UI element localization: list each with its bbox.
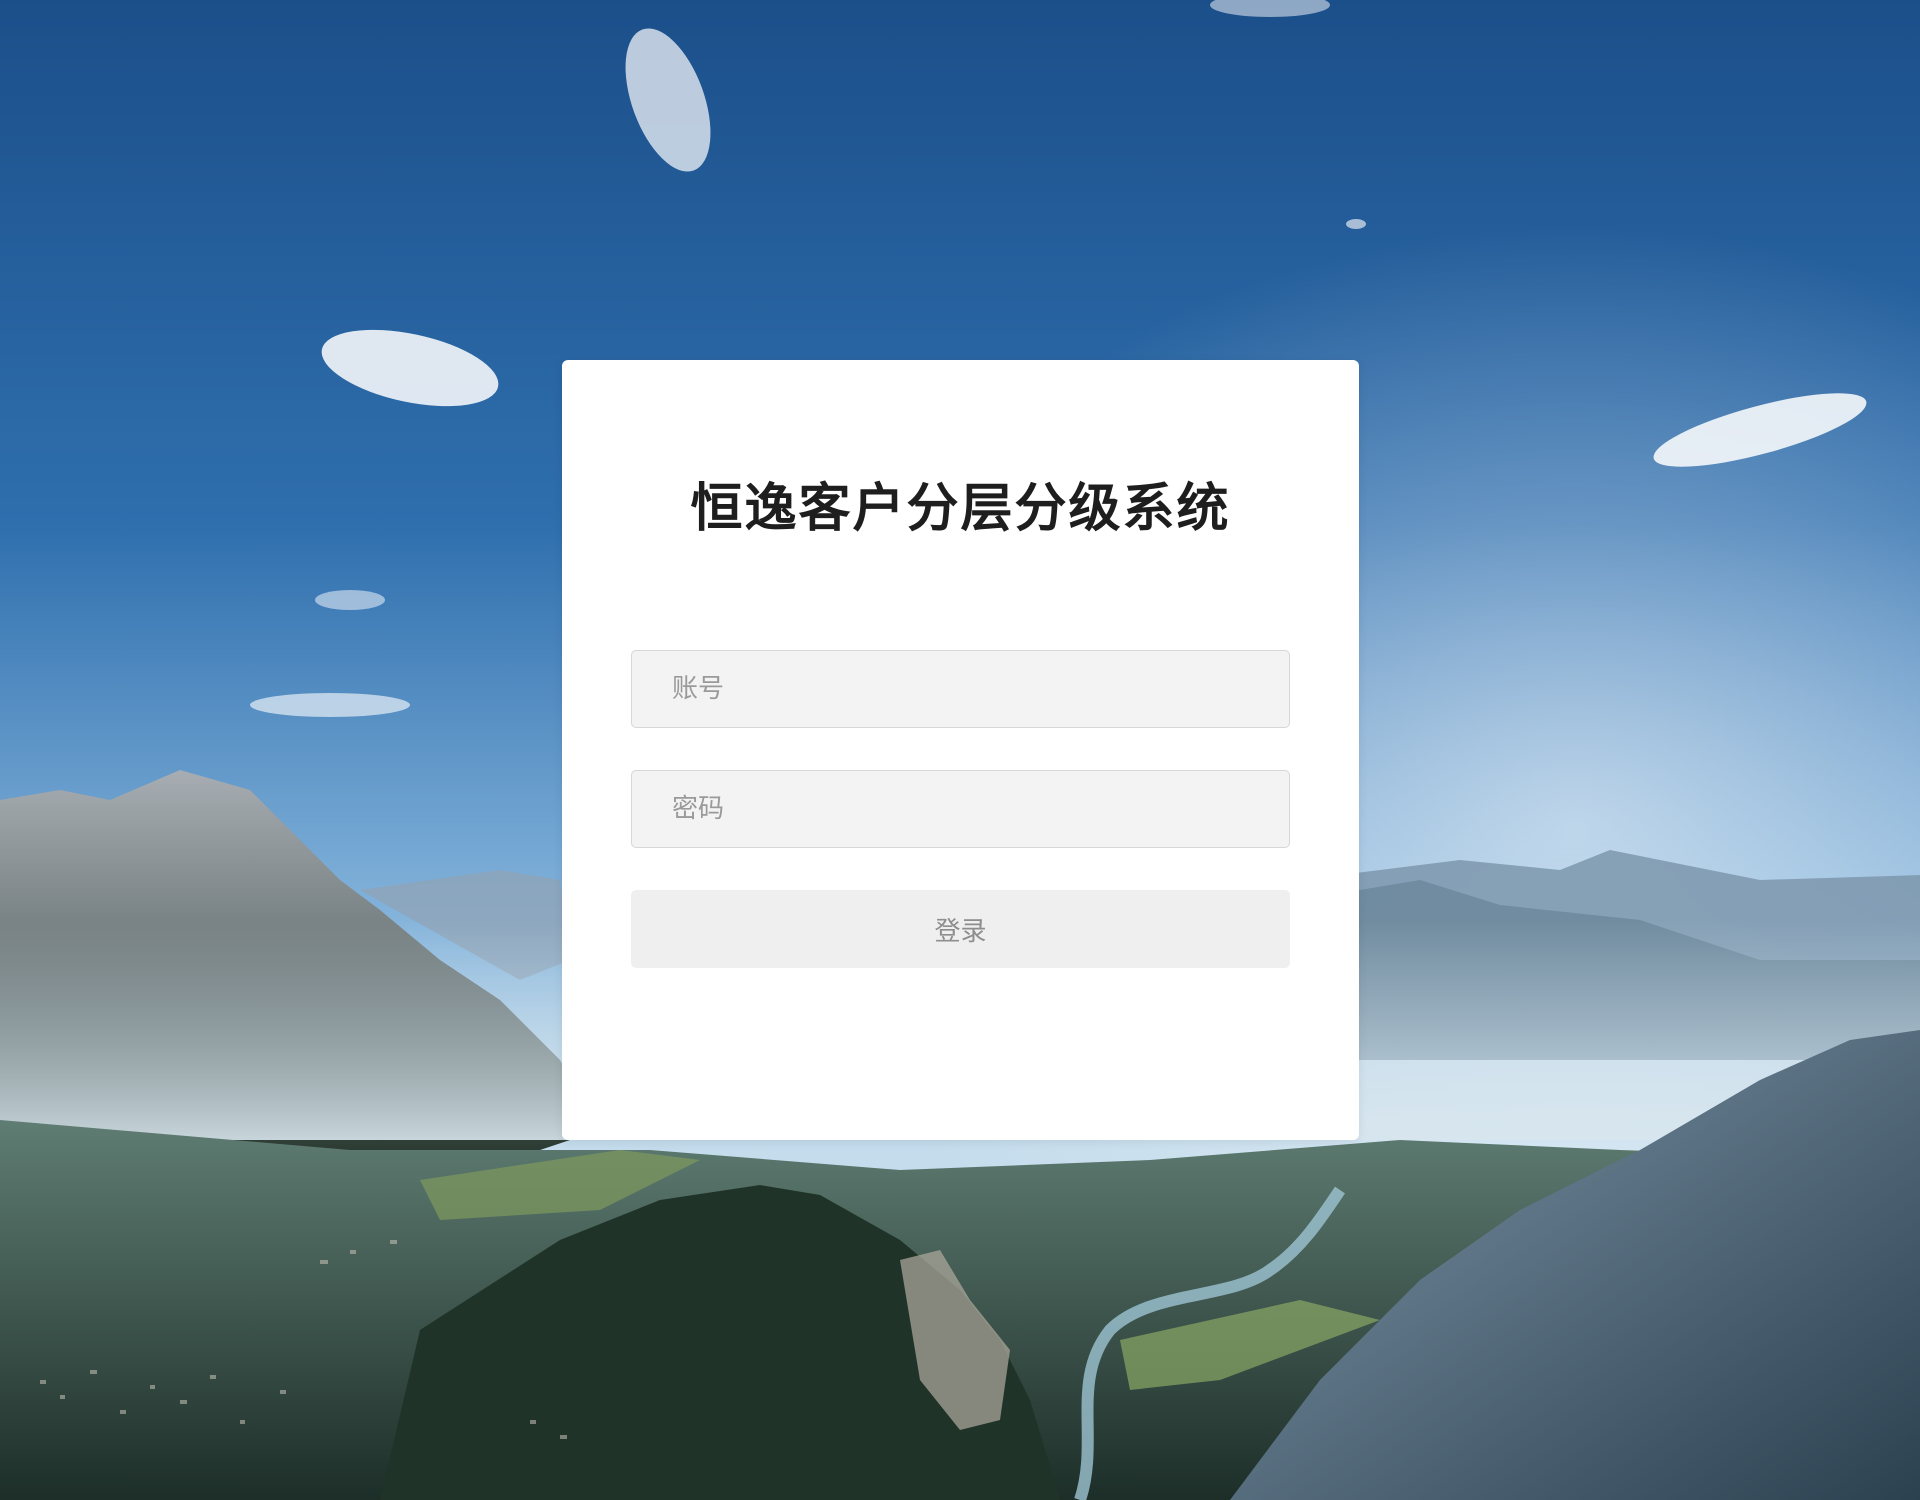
account-input[interactable] (631, 650, 1290, 728)
password-input[interactable] (631, 770, 1290, 848)
login-card: 恒逸客户分层分级系统 登录 (562, 360, 1359, 1140)
system-title: 恒逸客户分层分级系统 (690, 478, 1231, 539)
login-button[interactable]: 登录 (631, 890, 1290, 968)
